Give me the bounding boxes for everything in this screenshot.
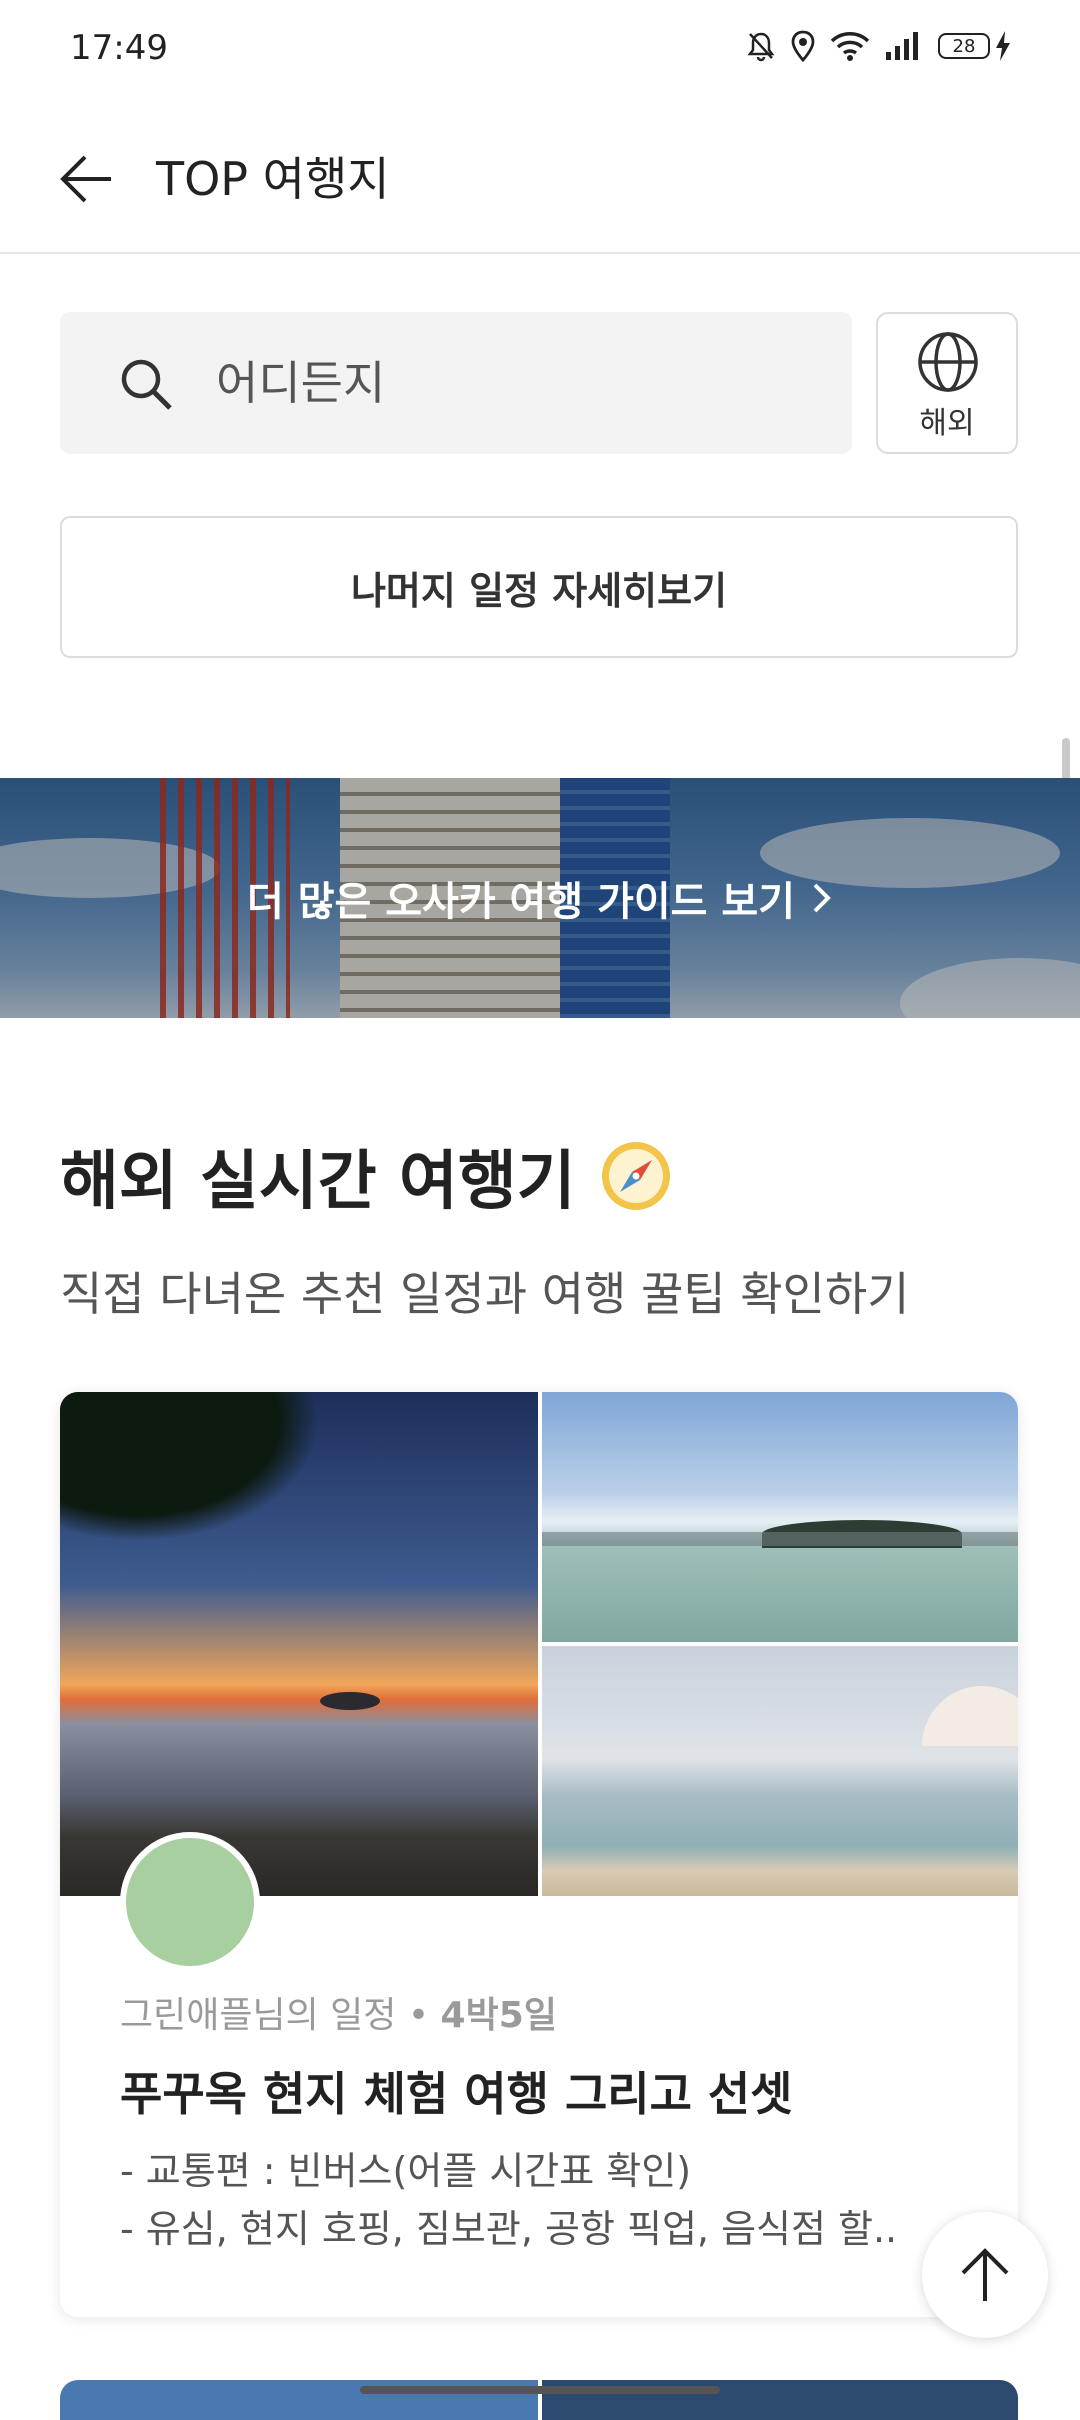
- section-subtitle: 직접 다녀온 추천 일정과 여행 꿀팁 확인하기: [60, 1267, 910, 1321]
- author-avatar[interactable]: [120, 1832, 260, 1972]
- more-schedule-button[interactable]: 나머지 일정 자세히보기: [60, 516, 1018, 658]
- beach-photo: [542, 1646, 1018, 1896]
- arrow-up-icon: [961, 2248, 1009, 2301]
- wifi-icon: [830, 32, 870, 61]
- section-title-text: 해외 실시간 여행기: [60, 1145, 576, 1219]
- status-icons: 28: [746, 26, 1012, 66]
- osaka-guide-banner[interactable]: 더 많은 오사카 여행 가이드 보기: [0, 778, 1080, 1018]
- pier: [542, 1532, 1018, 1546]
- page-title: TOP 여행지: [156, 152, 390, 206]
- signal-icon: [886, 32, 918, 60]
- search-placeholder: 어디든지: [216, 356, 386, 410]
- rock: [320, 1692, 380, 1710]
- home-indicator[interactable]: [360, 2386, 720, 2394]
- status-time: 17:49: [70, 28, 168, 68]
- location-icon: [791, 30, 815, 62]
- sunset-beach-photo: [60, 1392, 538, 1896]
- scroll-to-top-button[interactable]: [922, 2212, 1048, 2338]
- section-title: 해외 실시간 여행기: [60, 1130, 674, 1222]
- overseas-filter-button[interactable]: 해외: [876, 312, 1018, 454]
- tree-silhouette: [60, 1392, 320, 1542]
- search-input[interactable]: 어디든지: [60, 312, 852, 454]
- banner-link: 더 많은 오사카 여행 가이드 보기: [0, 778, 1080, 1018]
- card-description-line: - 교통편 : 빈버스(어플 시간표 확인): [120, 2149, 692, 2193]
- battery-level: 28: [938, 33, 990, 59]
- card-title: 푸꾸옥 현지 체험 여행 그리고 선셋: [120, 2067, 793, 2121]
- overseas-label: 해외: [919, 406, 975, 441]
- battery-indicator: 28: [938, 30, 1012, 62]
- mute-bell-icon: [747, 32, 775, 62]
- meta-separator: •: [407, 1995, 430, 2036]
- search-icon: [121, 359, 172, 410]
- back-arrow-icon: [60, 155, 111, 203]
- charging-icon: [996, 31, 1010, 61]
- card-meta: 그린애플님의 일정 • 4박5일: [120, 1986, 557, 2038]
- app-header: TOP 여행지: [0, 100, 1080, 254]
- travelogue-card[interactable]: 그린애플님의 일정 • 4박5일 푸꾸옥 현지 체험 여행 그리고 선셋 - 교…: [60, 1392, 1018, 2317]
- trip-duration: 4박5일: [440, 1995, 557, 2036]
- compass-icon: [601, 1142, 670, 1210]
- umbrella: [922, 1686, 1018, 1746]
- globe-icon: [918, 332, 978, 392]
- banner-label: 더 많은 오사카 여행 가이드 보기: [246, 879, 796, 925]
- chevron-right-icon: [813, 883, 831, 913]
- author-name: 그린애플님의 일정: [120, 1995, 397, 2036]
- harbor-photo: [542, 1392, 1018, 1642]
- back-button[interactable]: [52, 144, 122, 214]
- card-description-line: - 유심, 현지 호핑, 짐보관, 공항 픽업, 음식점 할..: [120, 2207, 898, 2251]
